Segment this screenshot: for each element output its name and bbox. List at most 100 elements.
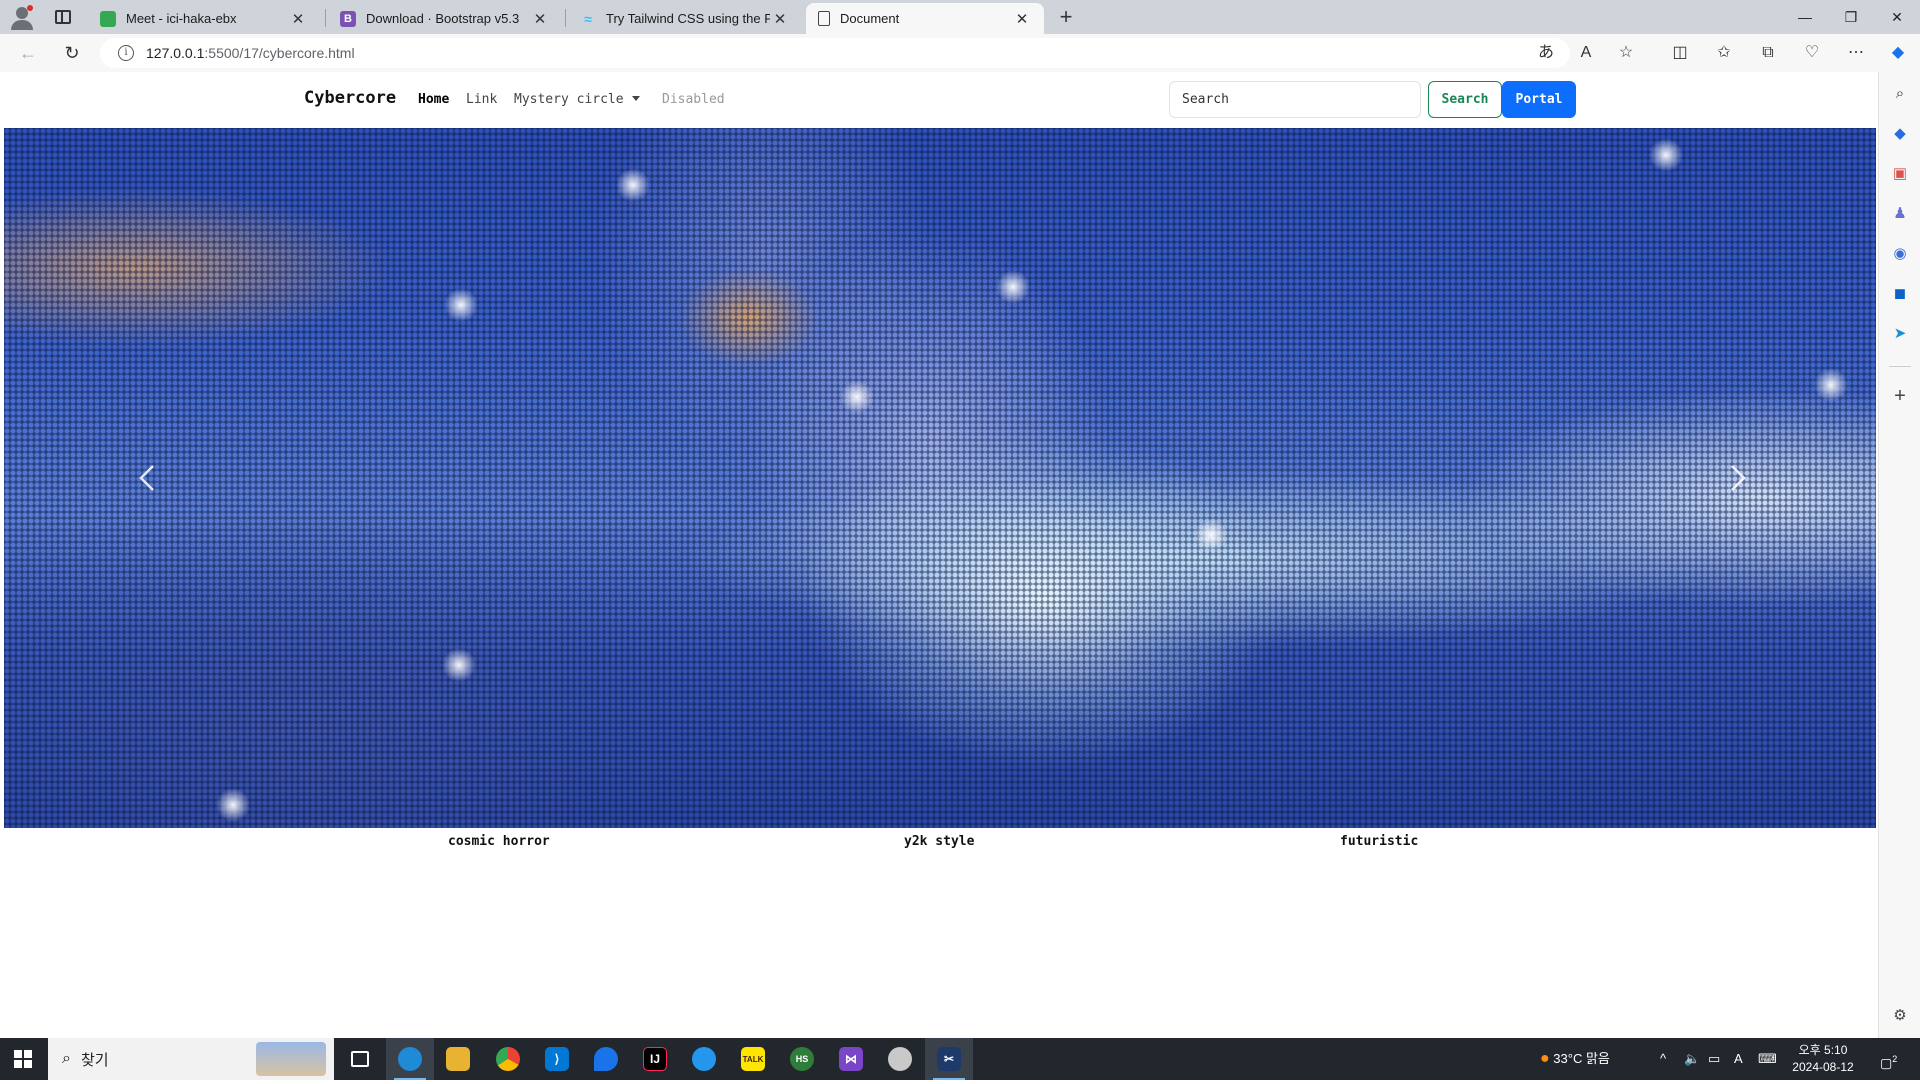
sidebar-add-icon[interactable]: + xyxy=(1879,382,1920,410)
profile-avatar-icon[interactable] xyxy=(0,0,44,34)
sparkle xyxy=(1649,138,1683,172)
web-page: Cybercore Home Link Mystery circle Disab… xyxy=(4,72,1876,1038)
sidebar-outlook-icon[interactable]: ◼ xyxy=(1879,280,1920,308)
minimize-button[interactable]: — xyxy=(1782,0,1828,34)
notification-center-icon[interactable]: ▢2 xyxy=(1880,1038,1897,1080)
docker-icon xyxy=(692,1047,716,1071)
taskbar-hs-app[interactable]: HS xyxy=(778,1038,826,1080)
read-aloud-icon[interactable]: A xyxy=(1568,34,1604,72)
google-meet-icon xyxy=(100,10,116,27)
taskbar-kakaotalk[interactable]: TALK xyxy=(729,1038,777,1080)
carousel-prev-button[interactable] xyxy=(129,458,169,498)
refresh-button[interactable]: ↻ xyxy=(54,34,90,72)
taskbar-search-box[interactable]: ⌕ 찾기 xyxy=(48,1038,334,1080)
tailwind-icon: ≈ xyxy=(584,10,592,27)
network-icon[interactable]: ▭ xyxy=(1708,1038,1720,1080)
clock-time: 오후 5:10 xyxy=(1798,1043,1848,1057)
task-view-button[interactable] xyxy=(336,1038,384,1080)
collections-icon[interactable]: ⧉ xyxy=(1750,34,1786,72)
sparkle xyxy=(1814,368,1848,402)
sidebar-shopping-icon[interactable]: ◆ xyxy=(1879,120,1920,148)
more-menu-icon[interactable]: ⋯ xyxy=(1838,34,1874,72)
intellij-icon: IJ xyxy=(643,1047,667,1071)
close-tab-icon[interactable]: ✕ xyxy=(530,10,550,28)
chevron-right-icon xyxy=(1731,465,1746,491)
nav-dropdown-mystery-circle[interactable]: Mystery circle xyxy=(514,92,640,107)
sidebar-tools-icon[interactable]: ▣ xyxy=(1879,160,1920,188)
sidebar-send-icon[interactable]: ➤ xyxy=(1879,320,1920,348)
url-path: :5500/17/cybercore.html xyxy=(204,45,355,61)
sparkle xyxy=(996,270,1030,304)
translate-icon[interactable]: あ xyxy=(1528,34,1564,72)
taskbar-chrome[interactable] xyxy=(484,1038,532,1080)
dropdown-label: Mystery circle xyxy=(514,92,624,107)
snipping-tool-icon: ✂ xyxy=(937,1047,961,1071)
taskbar-visual-studio[interactable]: ⋈ xyxy=(827,1038,875,1080)
portal-button[interactable]: Portal xyxy=(1502,81,1576,118)
taskbar-app-cloud[interactable] xyxy=(876,1038,924,1080)
sparkle xyxy=(442,648,476,682)
keyboard-layout-icon[interactable]: ⌨ xyxy=(1758,1038,1777,1080)
sidebar-m365-icon[interactable]: ◉ xyxy=(1879,240,1920,268)
sidebar-settings-icon[interactable]: ⚙ xyxy=(1879,1002,1920,1030)
brand-logo[interactable]: Cybercore xyxy=(304,88,396,108)
taskbar-edge[interactable] xyxy=(386,1038,434,1080)
browser-essentials-icon[interactable]: ♡ xyxy=(1794,34,1830,72)
map-pin-icon xyxy=(594,1047,618,1071)
tab-meet[interactable]: Meet - ici-haka-ebx ✕ xyxy=(88,3,320,34)
weather-widget[interactable]: ● 33°C 맑음 xyxy=(1540,1038,1610,1080)
kakaotalk-icon: TALK xyxy=(741,1047,765,1071)
carousel-next-button[interactable] xyxy=(1716,458,1756,498)
edge-sidebar: ⌕ ◆ ▣ ♟ ◉ ◼ ➤ + ⚙ xyxy=(1878,72,1920,1038)
hero-carousel xyxy=(4,128,1876,828)
taskbar-intellij[interactable]: IJ xyxy=(631,1038,679,1080)
taskbar-maps[interactable] xyxy=(582,1038,630,1080)
start-button[interactable] xyxy=(0,1038,46,1080)
restore-button[interactable]: ❐ xyxy=(1828,0,1874,34)
new-tab-button[interactable]: + xyxy=(1052,3,1080,31)
sidebar-search-icon[interactable]: ⌕ xyxy=(1879,80,1920,108)
tab-title: Document xyxy=(840,11,900,26)
vscode-icon: ⟩ xyxy=(545,1047,569,1071)
search-button[interactable]: Search xyxy=(1428,81,1502,118)
close-tab-icon[interactable]: ✕ xyxy=(770,10,790,28)
search-input[interactable] xyxy=(1169,81,1421,118)
document-icon xyxy=(818,11,830,26)
close-tab-icon[interactable]: ✕ xyxy=(288,10,308,28)
windows-taskbar: ⌕ 찾기 ⟩ IJ TALK HS ⋈ ✂ ● 33°C 맑음 ^ 🔈 ▭ A … xyxy=(0,1038,1920,1080)
tab-document[interactable]: Document ✕ xyxy=(806,3,1044,34)
taskbar-snipping-tool[interactable]: ✂ xyxy=(925,1038,973,1080)
taskbar-docker[interactable] xyxy=(680,1038,728,1080)
sparkle xyxy=(1194,518,1228,552)
tab-actions-icon[interactable] xyxy=(44,0,82,34)
close-tab-icon[interactable]: ✕ xyxy=(1012,10,1032,28)
volume-icon[interactable]: 🔈 xyxy=(1684,1038,1700,1080)
taskbar-vscode[interactable]: ⟩ xyxy=(533,1038,581,1080)
search-highlight-image xyxy=(256,1042,326,1076)
tab-bootstrap[interactable]: B Download · Bootstrap v5.3 ✕ xyxy=(328,3,562,34)
back-button[interactable]: ← xyxy=(10,34,46,72)
ime-indicator[interactable]: A xyxy=(1734,1038,1743,1080)
site-navbar: Cybercore Home Link Mystery circle Disab… xyxy=(4,72,1876,128)
site-info-icon[interactable]: i xyxy=(118,45,134,61)
close-window-button[interactable]: ✕ xyxy=(1874,0,1920,34)
tray-overflow-icon[interactable]: ^ xyxy=(1660,1038,1666,1080)
address-toolbar: ← ↻ i 127.0.0.1:5500/17/cybercore.html あ… xyxy=(0,34,1920,72)
url-host: 127.0.0.1 xyxy=(146,45,205,61)
tab-title: Download · Bootstrap v5.3 xyxy=(366,11,520,26)
nav-home[interactable]: Home xyxy=(418,92,449,107)
taskbar-file-explorer[interactable] xyxy=(434,1038,482,1080)
tab-title: Meet - ici-haka-ebx xyxy=(126,11,237,26)
nav-link[interactable]: Link xyxy=(466,92,497,107)
tab-tailwind[interactable]: ≈ Try Tailwind CSS using the Play C ✕ xyxy=(568,3,802,34)
clock-date: 2024-08-12 xyxy=(1792,1060,1854,1074)
favorites-icon[interactable]: ✩ xyxy=(1706,34,1742,72)
favorite-star-icon[interactable]: ☆ xyxy=(1608,34,1644,72)
copilot-icon[interactable]: ◆ xyxy=(1880,34,1916,72)
weather-text: 33°C 맑음 xyxy=(1553,1051,1610,1066)
sidebar-games-icon[interactable]: ♟ xyxy=(1879,200,1920,228)
split-screen-icon[interactable]: ◫ xyxy=(1662,34,1698,72)
clock[interactable]: 오후 5:10 2024-08-12 xyxy=(1788,1042,1858,1076)
notification-count: 2 xyxy=(1892,1054,1898,1064)
address-bar[interactable]: i 127.0.0.1:5500/17/cybercore.html xyxy=(100,38,1570,68)
